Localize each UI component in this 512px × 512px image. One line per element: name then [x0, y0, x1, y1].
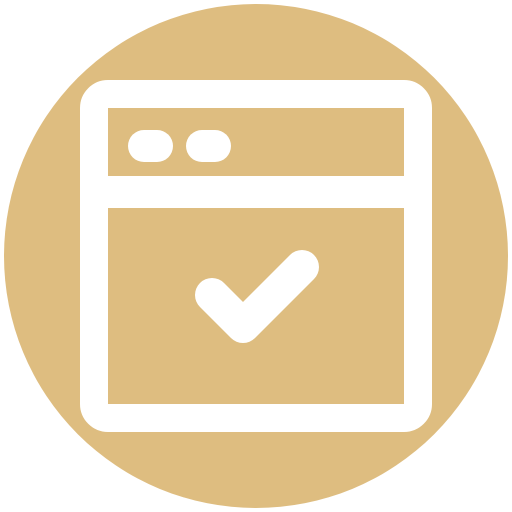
window-dot-icon: [186, 130, 231, 162]
icon-canvas: [0, 0, 512, 512]
window-dot-icon: [128, 130, 173, 162]
title-bar-divider: [94, 176, 418, 208]
browser-window-check-icon: [4, 4, 508, 508]
background-circle: [4, 4, 508, 508]
